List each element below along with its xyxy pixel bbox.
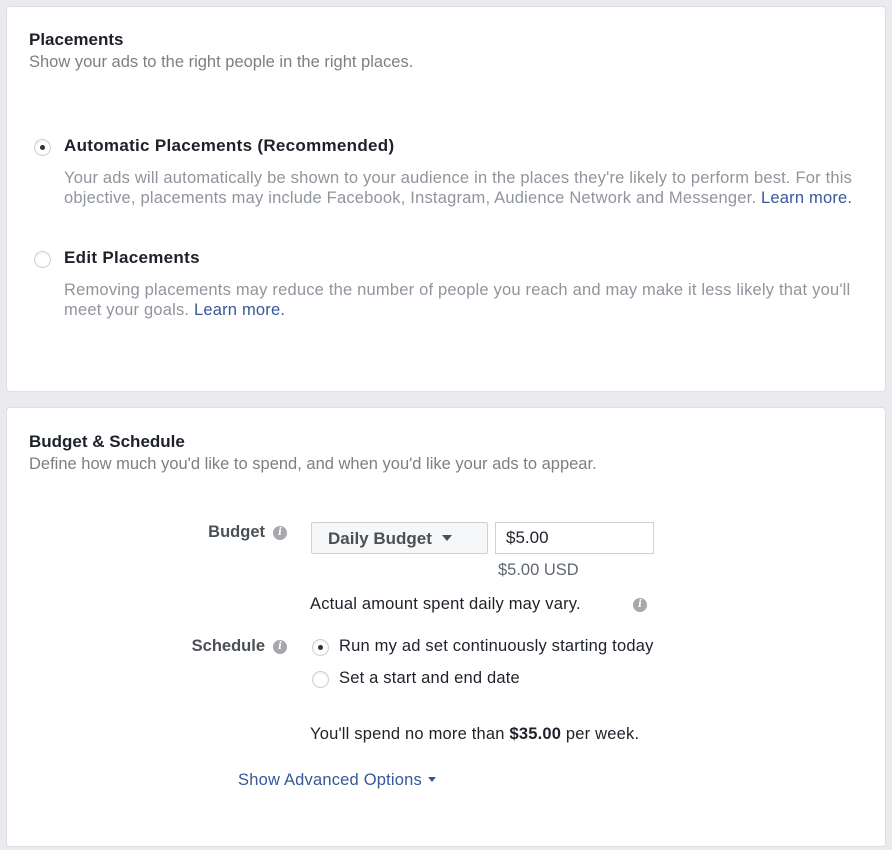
daily-spend-note: Actual amount spent daily may vary. bbox=[310, 595, 581, 613]
show-advanced-options-link[interactable]: Show Advanced Options bbox=[238, 771, 436, 790]
edit-placements-label[interactable]: Edit Placements bbox=[64, 248, 200, 268]
learn-more-link[interactable]: Learn more. bbox=[761, 189, 852, 207]
run-continuously-radio[interactable] bbox=[312, 639, 329, 656]
budget-label: Budget bbox=[208, 523, 265, 541]
info-icon[interactable]: i bbox=[633, 598, 647, 612]
budget-type-value: Daily Budget bbox=[328, 529, 432, 548]
info-icon[interactable]: i bbox=[273, 640, 287, 654]
automatic-placements-label[interactable]: Automatic Placements (Recommended) bbox=[64, 136, 394, 156]
caret-down-icon bbox=[441, 535, 452, 541]
info-icon[interactable]: i bbox=[273, 526, 287, 540]
budget-schedule-card: Budget & Schedule Define how much you'd … bbox=[6, 407, 886, 847]
schedule-label: Schedule bbox=[191, 637, 265, 655]
automatic-placements-description: Your ads will automatically be shown to … bbox=[64, 169, 853, 207]
start-end-date-radio[interactable] bbox=[312, 671, 329, 688]
budget-amount-input[interactable] bbox=[495, 522, 654, 554]
budget-type-dropdown[interactable]: Daily Budget bbox=[311, 522, 488, 554]
section-subtitle: Show your ads to the right people in the… bbox=[29, 53, 414, 71]
section-title: Placements bbox=[29, 30, 124, 49]
start-end-date-label[interactable]: Set a start and end date bbox=[339, 669, 520, 688]
section-subtitle: Define how much you'd like to spend, and… bbox=[29, 455, 597, 473]
learn-more-link[interactable]: Learn more. bbox=[194, 301, 285, 319]
placements-card: Placements Show your ads to the right pe… bbox=[6, 6, 886, 392]
automatic-placements-radio[interactable] bbox=[34, 139, 51, 156]
run-continuously-label[interactable]: Run my ad set continuously starting toda… bbox=[339, 637, 654, 656]
budget-currency-note: $5.00 USD bbox=[498, 561, 579, 579]
caret-down-icon bbox=[427, 777, 436, 782]
section-title: Budget & Schedule bbox=[29, 432, 185, 451]
weekly-spend-summary: You'll spend no more than $35.00 per wee… bbox=[310, 725, 640, 743]
edit-placements-radio[interactable] bbox=[34, 251, 51, 268]
edit-placements-description: Removing placements may reduce the numbe… bbox=[64, 281, 851, 319]
